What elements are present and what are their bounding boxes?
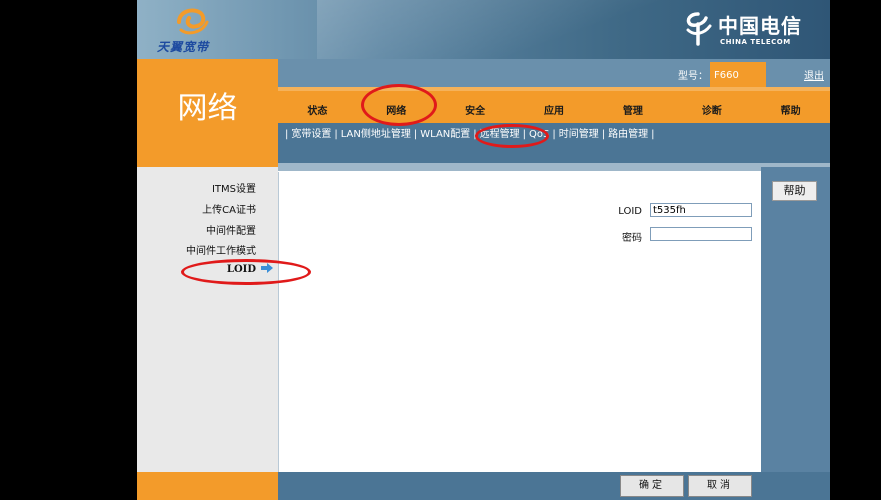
annotation-ellipse-network-tab <box>361 84 437 126</box>
annotation-ellipse-loid-menu <box>181 259 311 285</box>
confirm-button[interactable]: 确定 <box>620 475 684 497</box>
right-panel: 帮助 <box>761 167 830 472</box>
annotation-ellipse-remote-subtab <box>475 124 549 148</box>
logo-left-text: 天翼宽带 <box>157 40 210 54</box>
tab-diagnosis[interactable]: 诊断 <box>672 87 752 123</box>
model-value: F660 <box>710 62 766 87</box>
header-banner: 天翼宽带 中国电信 CHINA TELECOM <box>137 0 830 59</box>
cancel-button[interactable]: 取消 <box>688 475 752 497</box>
subtab-broadband[interactable]: 宽带设置 <box>291 129 331 140</box>
logout-link[interactable]: 退出 <box>804 67 824 82</box>
loid-input[interactable] <box>650 203 752 217</box>
separator: | <box>413 129 418 140</box>
section-block: 网络 <box>137 59 278 167</box>
logo-right-cn: 中国电信 <box>718 14 802 38</box>
tab-security[interactable]: 安全 <box>435 87 515 123</box>
router-admin-frame: 天翼宽带 中国电信 CHINA TELECOM 网络 型号： F660 退出 状… <box>137 0 830 500</box>
nav-bottom-bar <box>278 163 830 171</box>
tianyi-logo-icon <box>177 8 209 35</box>
separator: | <box>601 129 606 140</box>
separator: | <box>651 129 655 140</box>
nav-area: 型号： F660 退出 状态 网络 安全 应用 管理 诊断 帮助 | 宽带设置 | L… <box>278 59 830 171</box>
tab-status[interactable]: 状态 <box>278 87 357 123</box>
footer-left <box>137 472 278 500</box>
tianyi-broadband-logo: 天翼宽带 <box>149 4 229 56</box>
password-label: 密码 <box>622 233 642 244</box>
logo-right-en: CHINA TELECOM <box>720 38 791 46</box>
sub-tabs: | 宽带设置 | LAN侧地址管理 | WLAN配置 | 远程管理 | QoS | 时间管理 | 路由管理… <box>278 123 830 147</box>
loid-label: LOID <box>618 206 642 217</box>
subtab-lan-address[interactable]: LAN侧地址管理 <box>341 129 411 140</box>
footer-bar: 确定 取消 <box>278 472 830 500</box>
left-menu: ITMS设置 上传CA证书 中间件配置 中间件工作模式 LOID <box>137 167 278 472</box>
subtab-routing[interactable]: 路由管理 <box>608 129 648 140</box>
tab-application[interactable]: 应用 <box>514 87 594 123</box>
password-input[interactable] <box>650 227 752 241</box>
separator: | <box>285 129 289 140</box>
content-area: LOID 密码 <box>278 172 762 472</box>
subtab-wlan[interactable]: WLAN配置 <box>420 129 470 140</box>
subtab-time[interactable]: 时间管理 <box>559 129 599 140</box>
china-telecom-logo-icon <box>686 12 712 46</box>
tab-management[interactable]: 管理 <box>593 87 673 123</box>
section-title: 网络 <box>177 91 238 126</box>
menu-item-middleware-config[interactable]: 中间件配置 <box>206 222 256 237</box>
menu-item-itms[interactable]: ITMS设置 <box>212 180 256 195</box>
separator: | <box>552 129 556 140</box>
model-label: 型号： <box>678 71 708 82</box>
help-button[interactable]: 帮助 <box>772 181 817 201</box>
menu-item-upload-ca[interactable]: 上传CA证书 <box>202 201 256 216</box>
separator: | <box>334 129 338 140</box>
tab-help[interactable]: 帮助 <box>751 87 830 123</box>
menu-item-middleware-mode[interactable]: 中间件工作模式 <box>186 242 256 257</box>
nav-top-strip: 型号： F660 退出 <box>278 59 830 87</box>
china-telecom-logo: 中国电信 CHINA TELECOM <box>684 10 816 50</box>
